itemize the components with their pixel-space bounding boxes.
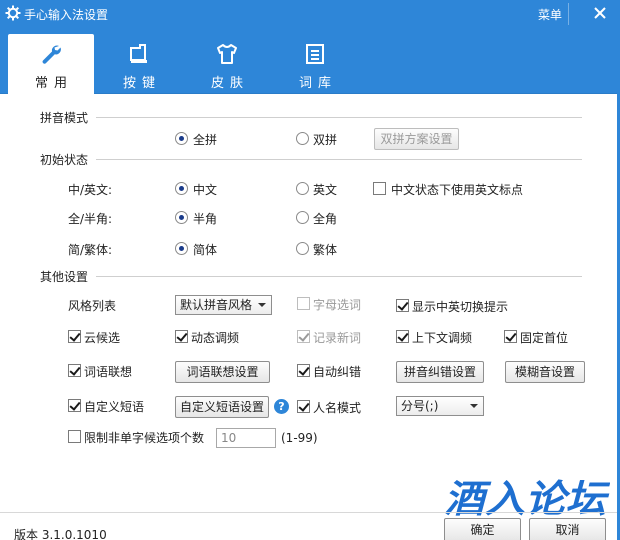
radio-label: 全拼 <box>193 133 218 147</box>
checkbox-label: 显示中英切换提示 <box>412 300 509 314</box>
radio-english[interactable] <box>296 182 309 195</box>
checkbox-label: 自动纠错 <box>313 365 362 379</box>
help-icon[interactable]: ? <box>274 399 289 414</box>
radio-simplified[interactable] <box>175 242 188 255</box>
name-mode-select-value: 分号(;) <box>401 399 439 413</box>
gear-icon <box>5 5 21 21</box>
style-select-value: 默认拼音风格 <box>180 298 253 312</box>
name-mode-select[interactable]: 分号(;) <box>396 396 484 416</box>
style-select[interactable]: 默认拼音风格 <box>175 295 272 315</box>
radio-traditional[interactable] <box>296 242 309 255</box>
checkbox-label: 云候选 <box>84 331 121 345</box>
checkbox-cloud-candidate[interactable] <box>68 330 81 343</box>
double-pinyin-scheme-button[interactable]: 双拼方案设置 <box>374 128 459 150</box>
checkbox-name-mode[interactable] <box>297 400 310 413</box>
fuzzy-sound-settings-button[interactable]: 模糊音设置 <box>505 361 585 383</box>
forum-watermark-logo: 酒入论坛 <box>444 477 610 520</box>
tab-bar: 常用 按键 皮肤 词库 <box>0 28 620 94</box>
title-bar: 手心输入法设置 菜单 <box>0 0 620 28</box>
cancel-button[interactable]: 取消 <box>529 518 606 540</box>
close-icon[interactable] <box>592 5 608 21</box>
radio-label: 全角 <box>313 212 338 226</box>
tab-common[interactable]: 常用 <box>8 34 94 94</box>
checkbox-label: 记录新词 <box>313 331 362 345</box>
tab-label: 按键 <box>122 76 161 91</box>
radio-label: 中文 <box>193 183 218 197</box>
word-association-settings-button[interactable]: 词语联想设置 <box>175 361 270 383</box>
section-divider <box>96 117 582 118</box>
ok-button[interactable]: 确定 <box>444 518 521 540</box>
row-label-cn-en: 中/英文: <box>68 183 113 197</box>
keyboard-icon <box>130 44 147 63</box>
radio-chinese[interactable] <box>175 182 188 195</box>
checkbox-label: 上下文调频 <box>412 331 473 345</box>
checkbox-dynamic-freq[interactable] <box>175 330 188 343</box>
radio-double-pinyin[interactable] <box>296 132 309 145</box>
radio-label: 半角 <box>193 212 218 226</box>
radio-label: 双拼 <box>313 133 338 147</box>
footer-divider <box>0 512 617 513</box>
checkbox-label: 词语联想 <box>84 365 133 379</box>
pinyin-correct-settings-button[interactable]: 拼音纠错设置 <box>396 361 484 383</box>
svg-text:酒入论坛: 酒入论坛 <box>444 477 610 520</box>
version-label: 版本 3.1.0.1010 <box>14 528 107 540</box>
checkbox-limit-candidates[interactable] <box>68 430 81 443</box>
chevron-down-icon <box>258 303 266 307</box>
radio-label: 简体 <box>193 243 218 257</box>
checkbox-fix-first[interactable] <box>504 330 517 343</box>
checkbox-label: 人名模式 <box>313 401 362 415</box>
checkbox-context-freq[interactable] <box>396 330 409 343</box>
checkbox-word-association[interactable] <box>68 364 81 377</box>
window-title: 手心输入法设置 <box>24 8 109 22</box>
checkbox-label: 中文状态下使用英文标点 <box>391 183 524 197</box>
wrench-icon <box>42 45 61 64</box>
section-title-initial-state: 初始状态 <box>40 153 89 167</box>
tab-label: 词库 <box>298 76 337 91</box>
tab-skin[interactable]: 皮肤 <box>184 34 270 94</box>
tab-keys[interactable]: 按键 <box>96 34 182 94</box>
checkbox-label: 动态调频 <box>191 331 240 345</box>
tab-label: 常用 <box>34 76 73 91</box>
tshirt-icon <box>217 44 237 64</box>
row-label-script: 简/繁体: <box>68 243 113 257</box>
limit-range-label: (1-99) <box>281 431 318 445</box>
tab-dictionary[interactable]: 词库 <box>272 34 358 94</box>
checkbox-auto-correct[interactable] <box>297 364 310 377</box>
title-separator <box>568 3 569 25</box>
checkbox-letter-select[interactable] <box>297 297 310 310</box>
list-icon <box>306 44 324 64</box>
radio-full-width[interactable] <box>296 211 309 224</box>
checkbox-label: 限制非单字候选项个数 <box>84 431 205 445</box>
checkbox-custom-phrase[interactable] <box>68 399 81 412</box>
radio-label: 繁体 <box>313 243 338 257</box>
tab-label: 皮肤 <box>210 76 249 91</box>
radio-label: 英文 <box>313 183 338 197</box>
section-title-other-settings: 其他设置 <box>40 270 89 284</box>
checkbox-english-punct[interactable] <box>373 182 386 195</box>
row-label-width: 全/半角: <box>68 212 113 226</box>
menu-button[interactable]: 菜单 <box>538 6 562 23</box>
radio-half-width[interactable] <box>175 211 188 224</box>
section-divider <box>96 276 582 277</box>
checkbox-record-new-words[interactable] <box>297 330 310 343</box>
checkbox-label: 字母选词 <box>313 298 362 312</box>
checkbox-label: 自定义短语 <box>84 400 145 414</box>
radio-full-pinyin[interactable] <box>175 132 188 145</box>
section-divider <box>96 159 582 160</box>
checkbox-label: 固定首位 <box>520 331 569 345</box>
custom-phrase-settings-button[interactable]: 自定义短语设置 <box>175 396 269 418</box>
section-title-pinyin-mode: 拼音模式 <box>40 111 89 125</box>
limit-candidates-input[interactable]: 10 <box>216 428 276 448</box>
style-list-label: 风格列表 <box>68 299 117 313</box>
checkbox-show-switch-hint[interactable] <box>396 299 409 312</box>
chevron-down-icon <box>470 404 478 408</box>
